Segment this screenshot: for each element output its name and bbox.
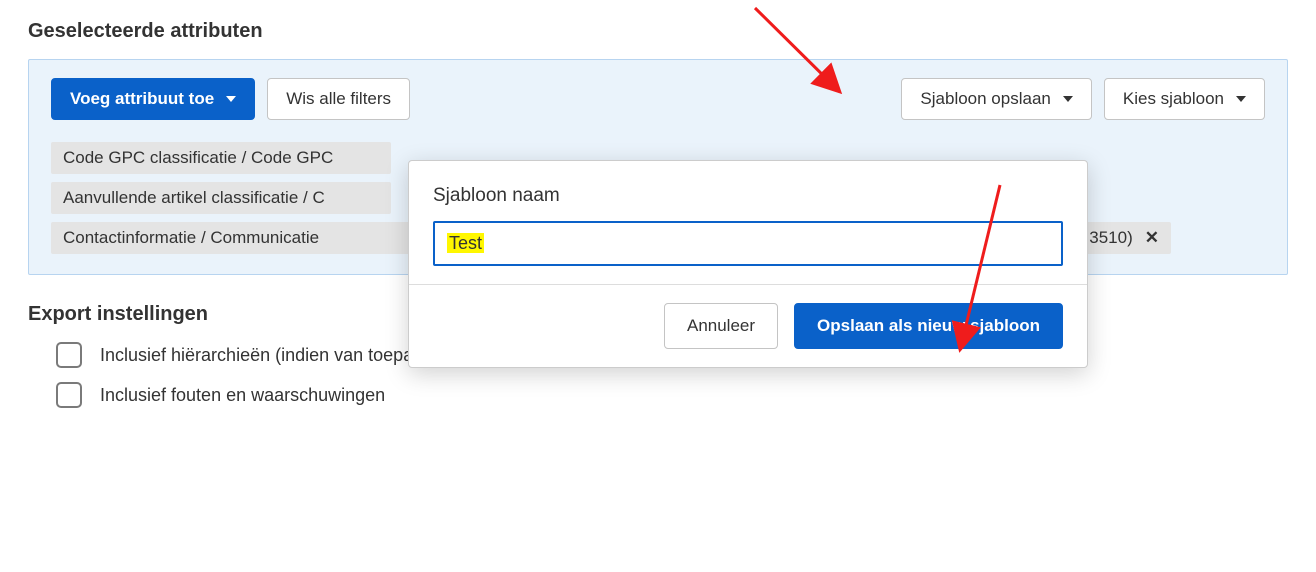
save-template-label: Sjabloon opslaan: [920, 89, 1050, 109]
checkbox-hierarchies[interactable]: [56, 342, 82, 368]
save-template-dropdown[interactable]: Sjabloon opslaan: [901, 78, 1091, 120]
popover-footer: Annuleer Opslaan als nieuw sjabloon: [409, 284, 1087, 367]
chevron-down-icon: [1063, 96, 1073, 102]
attribute-pill-code: 3510): [1089, 228, 1132, 248]
clear-filters-button[interactable]: Wis alle filters: [267, 78, 410, 120]
toolbar-row: Voeg attribuut toe Wis alle filters Sjab…: [51, 78, 1265, 120]
cancel-label: Annuleer: [687, 316, 755, 336]
option-row-errors: Inclusief fouten en waarschuwingen: [56, 382, 1288, 408]
attribute-pill[interactable]: Aanvullende artikel classificatie / C: [51, 182, 391, 214]
close-icon[interactable]: ✕: [1139, 228, 1159, 248]
attribute-pill-label: Contactinformatie / Communicatie: [63, 228, 319, 248]
chevron-down-icon: [1236, 96, 1246, 102]
attribute-pill-label: Code GPC classificatie / Code GPC: [63, 148, 333, 168]
attribute-pill-label: Aanvullende artikel classificatie / C: [63, 188, 325, 208]
save-as-new-template-button[interactable]: Opslaan als nieuw sjabloon: [794, 303, 1063, 349]
add-attribute-button[interactable]: Voeg attribuut toe: [51, 78, 255, 120]
template-name-input[interactable]: Test: [433, 221, 1063, 266]
template-name-value: Test: [447, 233, 484, 253]
chevron-down-icon: [226, 96, 236, 102]
cancel-button[interactable]: Annuleer: [664, 303, 778, 349]
option-label: Inclusief fouten en waarschuwingen: [100, 385, 385, 406]
save-template-popover: Sjabloon naam Test Annuleer Opslaan als …: [408, 160, 1088, 368]
choose-template-dropdown[interactable]: Kies sjabloon: [1104, 78, 1265, 120]
checkbox-errors[interactable]: [56, 382, 82, 408]
save-as-new-label: Opslaan als nieuw sjabloon: [817, 316, 1040, 336]
template-name-label: Sjabloon naam: [433, 185, 1063, 207]
attribute-pill[interactable]: Code GPC classificatie / Code GPC: [51, 142, 391, 174]
choose-template-label: Kies sjabloon: [1123, 89, 1224, 109]
add-attribute-label: Voeg attribuut toe: [70, 89, 214, 109]
selected-attributes-heading: Geselecteerde attributen: [28, 20, 1288, 43]
clear-filters-label: Wis alle filters: [286, 89, 391, 109]
